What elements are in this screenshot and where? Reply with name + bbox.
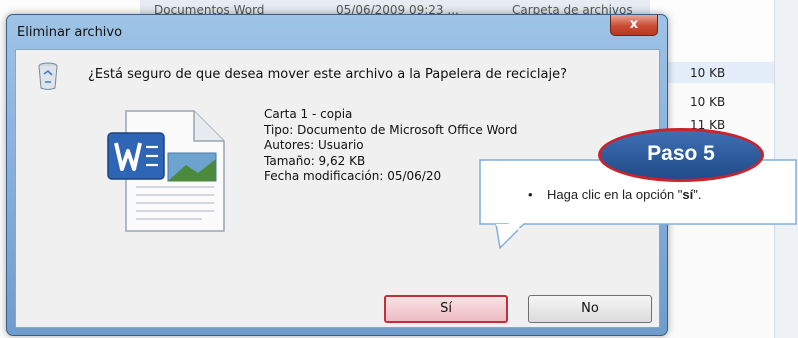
file-name: Carta 1 - copia xyxy=(264,107,353,121)
bullet-icon: • xyxy=(528,187,547,202)
close-icon: x xyxy=(629,17,639,32)
confirmation-question: ¿Está seguro de que desea mover este arc… xyxy=(88,67,567,82)
dialog-title: Eliminar archivo xyxy=(17,25,123,40)
file-type: Tipo: Documento de Microsoft Office Word xyxy=(264,122,518,137)
yes-button[interactable]: Sí xyxy=(384,295,508,323)
recycle-bin-icon xyxy=(38,62,58,90)
close-button[interactable]: x xyxy=(610,15,658,36)
dialog-titlebar[interactable]: Eliminar archivo x xyxy=(7,15,667,49)
step-badge: Paso 5 xyxy=(598,128,764,182)
callout-pointer xyxy=(495,224,518,250)
callout-text-bold: sí xyxy=(682,187,694,202)
callout-text-suffix: ". xyxy=(693,187,702,202)
callout-instruction: • Haga clic en la opción "sí". xyxy=(528,187,702,202)
no-button[interactable]: No xyxy=(528,295,652,323)
word-document-icon xyxy=(107,110,225,232)
file-size-cell: 10 KB xyxy=(690,95,726,109)
file-authors: Autores: Usuario xyxy=(264,138,364,152)
file-size-cell: 10 KB xyxy=(690,66,726,80)
callout-text-prefix: Haga clic en la opción " xyxy=(547,187,683,202)
